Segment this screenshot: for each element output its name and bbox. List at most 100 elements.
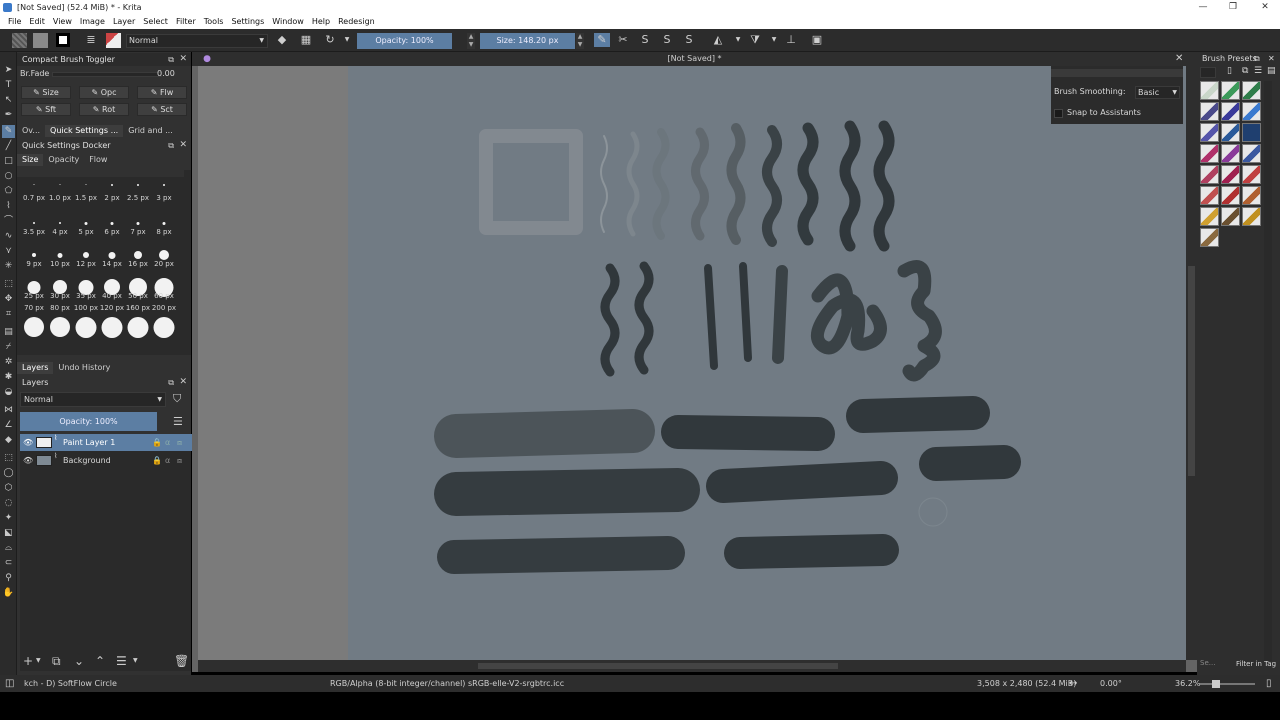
float-docker-icon[interactable]: ⧉ [168, 376, 174, 389]
move-layer-down-icon[interactable]: ⌄ [74, 654, 84, 668]
brush-preset-thumbnail[interactable] [1221, 123, 1240, 142]
brush-settings-icon[interactable]: ≣ [84, 33, 98, 47]
chevron-down-icon[interactable]: ▼ [731, 33, 745, 47]
canvas-only-icon[interactable]: ▣ [810, 33, 824, 47]
lock-icon[interactable]: 🔒 [152, 452, 162, 469]
menu-layer[interactable]: Layer [109, 15, 139, 29]
brush-size-option[interactable]: 3 px [151, 179, 177, 211]
bezier-tool-icon[interactable]: ⌒ [2, 215, 15, 228]
tag-select[interactable] [1200, 67, 1216, 78]
brfade-slider[interactable] [52, 72, 162, 77]
presets-scrollbar[interactable] [1264, 81, 1272, 661]
brush-size-option[interactable]: 1.5 px [73, 179, 99, 211]
tab-quick-settings[interactable]: Quick Settings ... [45, 125, 124, 137]
view-mode-icon[interactable]: ▯ [1227, 66, 1232, 76]
brush-size-option[interactable]: 120 px [99, 304, 125, 339]
brush-preset-thumbnail[interactable] [1242, 186, 1261, 205]
toggle-opacity-button[interactable]: ✎ Opc [79, 86, 129, 99]
menu-select[interactable]: Select [139, 15, 172, 29]
brush-size-option[interactable]: 35 px [73, 275, 99, 307]
rotation-icon[interactable]: ↔ [1069, 675, 1077, 692]
filter-icon[interactable]: ⛉ [173, 392, 181, 406]
menu-image[interactable]: Image [76, 15, 109, 29]
pan-tool-icon[interactable]: ✋ [2, 587, 15, 600]
import-icon[interactable]: ⧉ [1242, 66, 1248, 76]
brush-preset-icon[interactable] [106, 33, 121, 48]
zoom-slider-handle[interactable] [1212, 680, 1220, 688]
brush-preset-thumbnail[interactable] [1200, 123, 1219, 142]
tab-flow[interactable]: Flow [84, 154, 112, 166]
brush-preset-thumbnail[interactable] [1242, 144, 1261, 163]
brush-preset-thumbnail[interactable] [1221, 102, 1240, 121]
inherit-alpha-icon[interactable]: ⧈ [177, 452, 182, 469]
smart-patch-icon[interactable]: ✱ [2, 371, 15, 384]
freehand-select-icon[interactable]: ◌ [2, 497, 15, 510]
size-slider[interactable]: Size: 148.20 px [480, 33, 575, 49]
brush-size-option[interactable]: 6 px [99, 211, 125, 243]
close-document-icon[interactable]: ✕ [1175, 52, 1183, 66]
fullscreen-icon[interactable]: ▯ [1266, 675, 1272, 692]
visibility-eye-icon[interactable]: 👁 [23, 452, 33, 469]
move-layer-up-icon[interactable]: ⌃ [95, 654, 105, 668]
brush-preset-thumbnail[interactable] [1221, 165, 1240, 184]
wrap-around-icon[interactable]: ⊥ [784, 33, 798, 47]
toggle-flow-button[interactable]: ✎ Flw [137, 86, 187, 99]
close-docker-icon[interactable]: ✕ [179, 53, 187, 66]
minimize-button[interactable]: — [1190, 0, 1216, 15]
eraser-icon[interactable]: ◆ [275, 33, 289, 47]
pattern-swatch[interactable] [33, 33, 48, 48]
layer-row[interactable]: 👁 ⌇ Paint Layer 1 🔒 α ⧈ [20, 434, 194, 451]
multibrush-icon[interactable]: ✳ [2, 260, 15, 273]
inherit-alpha-icon[interactable]: ⧈ [177, 434, 182, 451]
line-tool-icon[interactable]: ╱ [2, 140, 15, 153]
move-tool-icon[interactable]: ✥ [2, 293, 15, 306]
color-space-info[interactable]: RGB/Alpha (8-bit integer/channel) sRGB-e… [330, 675, 564, 692]
brush-preset-thumbnail[interactable] [1242, 123, 1261, 142]
brush-preset-thumbnail[interactable] [1200, 207, 1219, 226]
brush-preset-thumbnail[interactable] [1221, 207, 1240, 226]
brush-smoothing-select[interactable]: Basic ▼ [1135, 86, 1180, 99]
brush-size-option[interactable]: 8 px [151, 211, 177, 243]
preset-search-input[interactable]: Se... [1200, 659, 1220, 671]
zoom-value[interactable]: 36.2% [1175, 675, 1200, 692]
brush-size-option[interactable]: 4 px [47, 211, 73, 243]
brush-preset-thumbnail[interactable] [1200, 144, 1219, 163]
vertical-scrollbar[interactable] [1186, 66, 1197, 660]
close-docker-icon[interactable]: ✕ [179, 376, 187, 389]
brush-size-option[interactable]: 2.5 px [125, 179, 151, 211]
blend-mode-select[interactable]: Normal ▼ [126, 34, 268, 48]
toggle-size-button[interactable]: ✎ Size [21, 86, 71, 99]
magnetic-select-icon[interactable]: ⊂ [2, 557, 15, 570]
brush-preset-thumbnail[interactable] [1200, 186, 1219, 205]
tab-grid[interactable]: Grid and ... [123, 125, 178, 137]
maximize-button[interactable]: ❐ [1220, 0, 1246, 15]
chevron-down-icon[interactable]: ▼ [133, 657, 138, 664]
horizontal-scroll-thumb[interactable] [478, 663, 838, 669]
edit-shapes-icon[interactable]: ↖ [2, 94, 15, 107]
toggle-scatter-button[interactable]: ✎ Sct [137, 103, 187, 116]
tab-opacity[interactable]: Opacity [43, 154, 84, 166]
assistant-tool-icon[interactable]: ⋈ [2, 404, 15, 417]
menu-file[interactable]: File [4, 15, 25, 29]
brush-preset-thumbnail[interactable] [1242, 81, 1261, 100]
polygon-select-icon[interactable]: ⬡ [2, 482, 15, 495]
gradient-tool-icon[interactable]: ▤ [2, 326, 15, 339]
brush-preset-thumbnail[interactable] [1200, 165, 1219, 184]
brush-size-option[interactable]: 5 px [73, 211, 99, 243]
smoothing-weighted-icon[interactable]: S [660, 33, 674, 47]
mirror-horizontal-icon[interactable]: ◭ [711, 33, 725, 47]
layer-row[interactable]: 👁 ⌇ Background 🔒 α ⧈ [20, 452, 194, 469]
tab-size[interactable]: Size [17, 154, 44, 166]
brush-size-option[interactable]: 80 px [47, 304, 73, 339]
close-docker-icon[interactable]: ✕ [1268, 52, 1275, 65]
size-grid-scrollbar[interactable] [184, 170, 191, 355]
calligraphy-icon[interactable]: ✒ [2, 109, 15, 122]
brush-size-option[interactable]: 30 px [47, 275, 73, 307]
settings-icon[interactable]: ▤ [1267, 66, 1276, 76]
transform-tool-icon[interactable]: ⬚ [2, 278, 15, 291]
toggle-rotation-button[interactable]: ✎ Rot [79, 103, 129, 116]
tab-overview[interactable]: Ov... [17, 125, 45, 137]
brush-size-option[interactable]: 160 px [125, 304, 151, 339]
menu-edit[interactable]: Edit [25, 15, 49, 29]
zoom-tool-icon[interactable]: ⚲ [2, 572, 15, 585]
